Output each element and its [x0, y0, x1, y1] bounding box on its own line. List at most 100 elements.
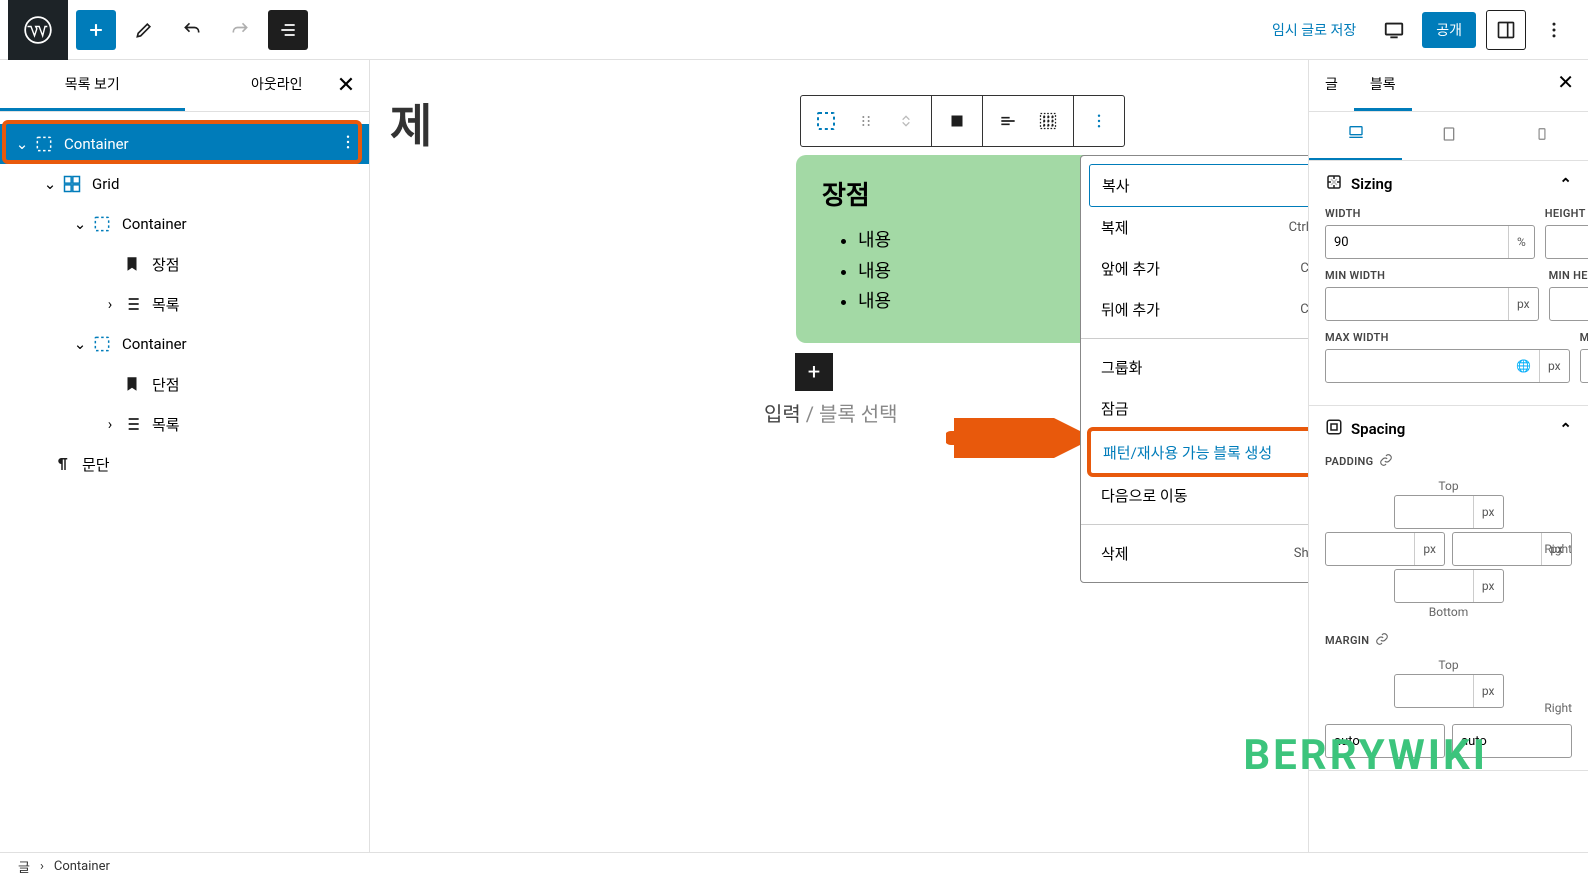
container-type-icon[interactable] [809, 104, 843, 138]
tab-list-view[interactable]: 목록 보기 [0, 60, 185, 111]
height-input[interactable] [1546, 235, 1588, 250]
unit-label[interactable]: px [1473, 496, 1503, 528]
unit-label[interactable]: px [1473, 570, 1503, 602]
tree-item-label: 목록 [152, 414, 180, 435]
padding-right-input[interactable] [1453, 542, 1541, 557]
section-title: Sizing [1351, 175, 1392, 193]
globe-icon: 🌐 [1508, 350, 1539, 382]
min-height-input[interactable] [1550, 297, 1588, 312]
publish-button[interactable]: 공개 [1422, 12, 1476, 48]
tree-item-grid[interactable]: ⌄ Grid [0, 164, 369, 204]
tree-item-heading-pros[interactable]: 장점 [0, 244, 369, 284]
tree-item-paragraph[interactable]: 문단 [0, 444, 369, 484]
margin-left-input[interactable] [1326, 734, 1444, 749]
link-icon[interactable] [1375, 631, 1389, 650]
justify-icon[interactable] [991, 104, 1025, 138]
block-options-button[interactable] [1082, 104, 1116, 138]
device-tablet[interactable] [1402, 112, 1495, 160]
tree-item-label: Container [122, 215, 187, 233]
menu-group[interactable]: 그룹화 [1089, 347, 1308, 388]
unit-label[interactable]: px [1473, 675, 1503, 707]
matrix-align-icon[interactable] [1031, 104, 1065, 138]
width-label: WIDTH [1325, 207, 1535, 220]
block-toolbar [800, 95, 1125, 147]
unit-label[interactable]: % [1508, 226, 1534, 258]
breadcrumb-item[interactable]: Container [54, 859, 110, 874]
device-mobile[interactable] [1495, 112, 1588, 160]
padding-left-input[interactable] [1326, 542, 1414, 557]
spacing-section: Spacing ⌃ PADDING Top Bottom Left Right … [1309, 406, 1588, 771]
list-view-button[interactable] [268, 10, 308, 50]
bookmark-icon [120, 252, 144, 276]
padding-bottom-input[interactable] [1395, 579, 1473, 594]
min-width-input[interactable] [1326, 297, 1508, 312]
menu-copy[interactable]: 복사 [1089, 164, 1308, 207]
tree-item-label: 문단 [82, 454, 110, 475]
more-menu-button[interactable] [1536, 12, 1572, 48]
padding-top-input[interactable] [1395, 505, 1473, 520]
maxh-label: MAX HEIGHT [1580, 331, 1588, 344]
breadcrumb-item[interactable]: 글 [18, 857, 30, 876]
device-desktop[interactable] [1309, 112, 1402, 160]
tab-post-settings[interactable]: 글 [1309, 60, 1354, 111]
right-label: Right [1544, 701, 1572, 715]
settings-panel-toggle[interactable] [1486, 10, 1526, 50]
move-up-down-icon[interactable] [889, 104, 923, 138]
save-draft-button[interactable]: 임시 글로 저장 [1262, 14, 1366, 46]
breadcrumb: 글 › Container [0, 852, 1588, 880]
edit-mode-button[interactable] [124, 10, 164, 50]
undo-button[interactable] [172, 10, 212, 50]
insert-block-button[interactable]: + [795, 353, 833, 391]
tree-item-list-1[interactable]: › 목록 [0, 284, 369, 324]
close-settings-button[interactable]: ✕ [1543, 60, 1588, 111]
menu-delete[interactable]: 삭제Shift+Alt+Z [1089, 533, 1308, 574]
margin-top-input[interactable] [1395, 684, 1473, 699]
menu-duplicate[interactable]: 복제Ctrl+Shift+D [1089, 207, 1308, 248]
wordpress-logo[interactable] [8, 0, 68, 60]
menu-insert-before[interactable]: 앞에 추가Ctrl+Alt+T [1089, 248, 1308, 289]
max-height-input[interactable] [1581, 359, 1588, 374]
close-panel-button[interactable]: ✕ [331, 70, 361, 100]
tree-item-label: Grid [92, 175, 119, 193]
max-width-input[interactable] [1326, 359, 1508, 374]
tree-item-heading-cons[interactable]: 단점 [0, 364, 369, 404]
unit-label[interactable]: px [1541, 533, 1571, 565]
chevron-up-icon[interactable]: ⌃ [1559, 420, 1572, 438]
align-full-icon[interactable] [940, 104, 974, 138]
tree-item-container-3[interactable]: ⌄ Container [0, 324, 369, 364]
menu-create-pattern[interactable]: 패턴/재사용 가능 블록 생성 [1091, 431, 1308, 473]
post-title-fragment[interactable]: 제 [390, 90, 432, 156]
padding-label: PADDING [1325, 455, 1373, 468]
preview-button[interactable] [1376, 12, 1412, 48]
top-label: Top [1438, 479, 1458, 493]
block-placeholder[interactable]: 입력 / 블록 선택 [764, 398, 898, 427]
drag-handle-icon[interactable] [849, 104, 883, 138]
height-label: HEIGHT [1545, 207, 1588, 220]
menu-move-to[interactable]: 다음으로 이동 [1089, 475, 1308, 516]
spacing-icon [1325, 418, 1343, 440]
chevron-up-icon[interactable]: ⌃ [1559, 175, 1572, 193]
menu-lock[interactable]: 잠금 [1089, 388, 1308, 429]
menu-insert-after[interactable]: 뒤에 추가Ctrl+Alt+Y [1089, 289, 1308, 330]
bottom-label: Bottom [1429, 605, 1468, 619]
tree-item-label: Container [64, 135, 129, 153]
redo-button[interactable] [220, 10, 260, 50]
unit-label[interactable]: px [1414, 533, 1444, 565]
top-toolbar: 임시 글로 저장 공개 [0, 0, 1588, 60]
container-icon [90, 332, 114, 356]
grid-icon [60, 172, 84, 196]
unit-label[interactable]: px [1508, 288, 1538, 320]
editor-canvas: 제 장점 내용 내용 내용 [370, 60, 1308, 852]
link-icon[interactable] [1379, 452, 1393, 471]
unit-label[interactable]: px [1539, 350, 1569, 382]
list-icon [120, 292, 144, 316]
tree-item-container-2[interactable]: ⌄ Container [0, 204, 369, 244]
width-input[interactable] [1326, 235, 1508, 250]
tree-item-container-root[interactable]: ⌄ Container [0, 124, 369, 164]
add-block-button[interactable] [76, 10, 116, 50]
margin-right-input[interactable] [1453, 734, 1571, 749]
top-label: Top [1438, 658, 1458, 672]
tree-item-list-2[interactable]: › 목록 [0, 404, 369, 444]
tab-block-settings[interactable]: 블록 [1354, 60, 1412, 111]
tree-item-options[interactable] [339, 133, 357, 155]
